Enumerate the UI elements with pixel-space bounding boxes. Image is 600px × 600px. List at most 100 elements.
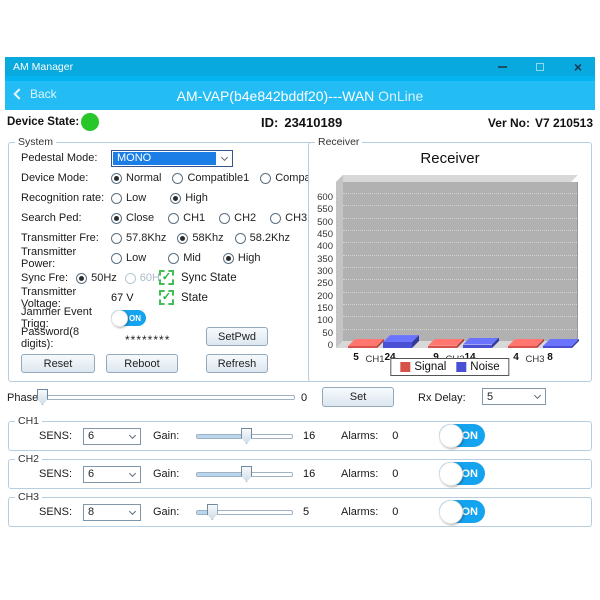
channel-group: CH3 SENS: 8 Gain: 5 Alarms: 0 ON: [8, 491, 592, 527]
alarms-label: Alarms:: [341, 430, 378, 442]
radio-icon: [111, 193, 122, 204]
checkbox-checked-icon: ✓: [159, 270, 174, 285]
toggle-knob: [439, 462, 463, 486]
radio-58-2khz[interactable]: 58.2Khz: [235, 232, 290, 244]
gain-slider[interactable]: [196, 504, 293, 520]
slider-thumb[interactable]: [241, 428, 252, 444]
alarms-label: Alarms:: [341, 468, 378, 480]
radio-close[interactable]: Close: [111, 212, 154, 224]
window-controls: ×: [495, 60, 587, 74]
sync-state-checkbox[interactable]: ✓ Sync State: [159, 270, 237, 285]
transmitter-fre-radio-group: 57.8Khz 58Khz 58.2Khz: [111, 232, 290, 244]
x-axis-tick-label: 8: [537, 352, 563, 363]
transmitter-power-radio-group: Low Mid High: [111, 252, 261, 264]
chevron-down-icon: [216, 157, 232, 160]
gain-value: 16: [303, 468, 323, 480]
radio-icon: [125, 273, 136, 284]
sync-fre-row: Sync Fre: 50Hz60Hz ✓ Sync State: [21, 271, 337, 285]
chart-gridline: [343, 205, 577, 206]
radio-57-8khz[interactable]: 57.8Khz: [111, 232, 166, 244]
legend-item-signal: Signal: [400, 361, 446, 373]
toggle-knob: [439, 424, 463, 448]
slider-thumb[interactable]: [207, 504, 218, 520]
radio-low[interactable]: Low: [111, 252, 146, 264]
chart-bar-signal-ch3: [508, 339, 544, 348]
maximize-button[interactable]: [533, 60, 547, 74]
radio-icon: [168, 213, 179, 224]
minimize-button[interactable]: [495, 60, 509, 74]
channel-on-toggle[interactable]: ON: [439, 424, 485, 447]
chart-left-wall: [336, 175, 343, 348]
search-ped-radio-group: Close CH1 CH2 CH3: [111, 212, 307, 224]
sens-label: SENS:: [39, 430, 83, 442]
rx-delay-select[interactable]: 5: [482, 388, 546, 405]
chart-gridline: [343, 316, 577, 317]
legend-item-noise: Noise: [456, 361, 499, 373]
gain-slider[interactable]: [196, 466, 293, 482]
search-ped-row: Search Ped: Close CH1 CH2 CH3: [21, 211, 337, 225]
channel-on-toggle[interactable]: ON: [439, 500, 485, 523]
title-bar: AM Manager ×: [5, 57, 595, 76]
app-window: AM Manager × Back AM-VAP(b4e842bddf20)--…: [5, 57, 595, 533]
chart-gridline: [343, 255, 577, 256]
refresh-button[interactable]: Refresh: [206, 354, 268, 373]
radio-low[interactable]: Low: [111, 192, 146, 204]
receiver-chart: Receiver 0501001502002503003504004505005…: [309, 148, 591, 380]
chevron-down-icon: [124, 435, 140, 438]
state-label: State: [181, 292, 208, 304]
transmitter-power-label: Transmitter Power:: [21, 246, 111, 270]
jammer-toggle[interactable]: ON: [111, 310, 146, 326]
device-state-label: Device State:: [7, 116, 79, 128]
gain-value: 5: [303, 506, 323, 518]
chart-bar-noise-ch1: [383, 335, 419, 348]
radio-mid[interactable]: Mid: [168, 252, 201, 264]
radio-icon: [235, 233, 246, 244]
page-title: AM-VAP(b4e842bddf20)---WAN OnLine: [5, 88, 595, 104]
sens-label: SENS:: [39, 506, 83, 518]
pedestal-mode-select[interactable]: MONO: [111, 150, 233, 167]
sens-select[interactable]: 6: [83, 428, 141, 445]
state-checkbox[interactable]: ✓ State: [159, 290, 208, 305]
radio-high[interactable]: High: [170, 192, 208, 204]
reboot-button[interactable]: Reboot: [106, 354, 178, 373]
reset-button[interactable]: Reset: [21, 354, 95, 373]
slider-thumb[interactable]: [241, 466, 252, 482]
radio-ch2[interactable]: CH2: [219, 212, 256, 224]
chart-gridline: [343, 329, 577, 330]
gain-slider[interactable]: [196, 428, 293, 444]
search-ped-label: Search Ped:: [21, 212, 111, 224]
channel-on-toggle[interactable]: ON: [439, 462, 485, 485]
radio-high[interactable]: High: [223, 252, 261, 264]
radio-compatible1[interactable]: Compatible1: [172, 172, 249, 184]
set-button[interactable]: Set: [322, 387, 394, 407]
radio-icon: [270, 213, 281, 224]
device-mode-label: Device Mode:: [21, 172, 111, 184]
toggle-knob: [439, 500, 463, 524]
setpwd-button[interactable]: SetPwd: [206, 327, 268, 346]
radio-ch1[interactable]: CH1: [168, 212, 205, 224]
minimize-icon: [498, 66, 507, 68]
phase-slider[interactable]: [42, 389, 295, 405]
sens-select[interactable]: 6: [83, 466, 141, 483]
x-axis-group-ch3: 4CH38: [503, 352, 565, 364]
toggle-state-label: ON: [462, 468, 479, 480]
radio-normal[interactable]: Normal: [111, 172, 161, 184]
alarms-label: Alarms:: [341, 506, 378, 518]
toggle-state-label: ON: [462, 506, 479, 518]
channel-group: CH2 SENS: 6 Gain: 16 Alarms: 0 ON: [8, 453, 592, 489]
close-button[interactable]: ×: [571, 60, 585, 74]
channel-row: SENS: 6 Gain: 16 Alarms: 0 ON: [9, 426, 591, 446]
y-axis-tick-label: 300: [308, 266, 333, 277]
checkbox-checked-icon: ✓: [159, 290, 174, 305]
transmitter-voltage-row: Transmitter Voltage: 67 V ✓ State: [21, 291, 337, 305]
chevron-down-icon: [124, 511, 140, 514]
radio-50hz[interactable]: 50Hz: [76, 272, 117, 284]
y-axis-tick-label: 350: [308, 254, 333, 265]
sens-select[interactable]: 8: [83, 504, 141, 521]
radio-icon: [223, 253, 234, 264]
radio-ch3[interactable]: CH3: [270, 212, 307, 224]
chart-gridline: [343, 279, 577, 280]
header-bar: Back AM-VAP(b4e842bddf20)---WAN OnLine: [5, 76, 595, 110]
radio-58khz[interactable]: 58Khz: [177, 232, 223, 244]
channel-row: SENS: 8 Gain: 5 Alarms: 0 ON: [9, 502, 591, 522]
